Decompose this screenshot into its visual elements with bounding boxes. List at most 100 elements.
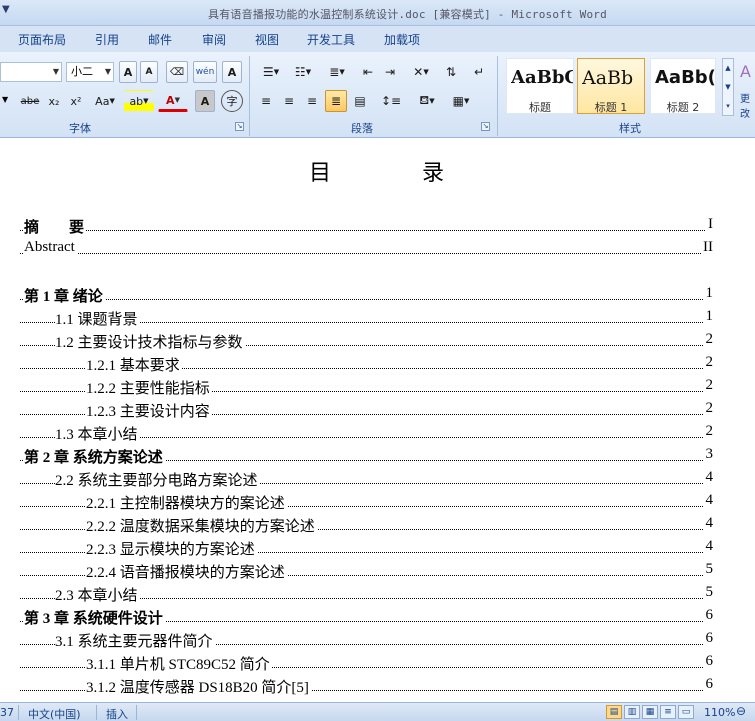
toc-entry[interactable]: 3.1 系统主要元器件简介 6 [0, 629, 755, 651]
zoom-out-icon[interactable]: ⊖ [736, 704, 746, 718]
multilevel-list-button[interactable]: ≣ ▼ [322, 61, 352, 83]
style-title[interactable]: AaBbC 标题 [506, 58, 574, 114]
chinese-layout-button[interactable]: ✕ ▼ [406, 61, 436, 83]
toc-entry[interactable]: 1.3 本章小结 2 [0, 422, 755, 444]
numbering-button[interactable]: ☷ ▼ [288, 61, 318, 83]
divider [136, 705, 137, 720]
align-left-button[interactable]: ≡ [256, 90, 276, 112]
document-area[interactable]: 目 录 摘 要 I Abstract II 第 1 章 绪论 1 1.1 课题背景 1 1.2 … [0, 139, 755, 702]
show-marks-button[interactable]: ↵ [468, 61, 490, 83]
toc-entry[interactable]: 第 2 章 系统方案论述 3 [0, 445, 755, 467]
font-size-combo[interactable]: 小二 ▼ [66, 62, 114, 82]
bullets-button[interactable]: ☰ ▼ [256, 61, 286, 83]
font-name-combo[interactable]: ▼ [0, 62, 62, 82]
superscript-icon: x² [70, 94, 82, 108]
highlight-button[interactable]: ab ▼ [124, 90, 154, 112]
character-shading-button[interactable]: A [195, 90, 215, 112]
toc-entry[interactable]: 第 3 章 系统硬件设计 6 [0, 606, 755, 628]
justify-button[interactable]: ≣ [325, 90, 347, 112]
borders-icon: ▦ [452, 94, 464, 108]
change-case-button[interactable]: Aa ▼ [90, 90, 120, 112]
toc-entry-text: 1.1 课题背景 [55, 308, 140, 329]
tab-references[interactable]: 引用 [95, 31, 119, 48]
style-heading-1[interactable]: AaBb 标题 1 [577, 58, 645, 114]
toc-page-number: 6 [703, 676, 713, 693]
zoom-level[interactable]: 110% [704, 706, 735, 719]
phonetic-guide-button[interactable]: wén [193, 61, 217, 83]
toc-entry[interactable]: 1.2.2 主要性能指标 2 [0, 376, 755, 398]
decrease-indent-button[interactable]: ⇤ [358, 61, 378, 83]
divider [18, 705, 19, 720]
sort-button[interactable]: ⇅ [440, 61, 462, 83]
distributed-button[interactable]: ▤ [350, 90, 370, 112]
superscript-button[interactable]: x² [66, 90, 86, 112]
styles-scroll[interactable]: ▲ ▼ ▾ [722, 58, 734, 116]
tab-view[interactable]: 视图 [255, 31, 279, 48]
chevron-down-icon[interactable]: ▼ [53, 63, 59, 81]
paragraph-shading-button[interactable]: ⛾ ▼ [412, 90, 442, 112]
full-screen-reading-icon[interactable]: ▥ [624, 705, 640, 719]
toc-entry[interactable]: 摘 要I [0, 215, 755, 237]
toc-page-number: 4 [703, 469, 713, 486]
toc-entry[interactable]: 2.2.2 温度数据采集模块的方案论述 4 [0, 514, 755, 536]
shrink-font-button[interactable]: A [140, 61, 158, 83]
toc-page-number: I [706, 216, 713, 233]
toc-page-number: 2 [703, 331, 713, 348]
toc-entry-text: 第 2 章 系统方案论述 [24, 446, 165, 467]
web-layout-icon[interactable]: ▦ [642, 705, 658, 719]
align-center-button[interactable]: ≡ [279, 90, 299, 112]
toc-entry[interactable]: Abstract II [0, 238, 755, 260]
tab-developer[interactable]: 开发工具 [307, 31, 355, 48]
bullets-icon: ☰ [262, 65, 274, 79]
insert-mode-indicator[interactable]: 插入 [106, 706, 128, 721]
tab-mailings[interactable]: 邮件 [148, 31, 172, 48]
group-divider [497, 56, 498, 136]
tab-addins[interactable]: 加载项 [384, 31, 420, 48]
strikethrough-button[interactable]: abe [18, 90, 42, 112]
change-styles-label[interactable]: 更改 [740, 90, 755, 120]
toc-entry[interactable]: 3.1.1 单片机 STC89C52 简介 6 [0, 652, 755, 674]
toc-entry[interactable]: 2.2.1 主控制器模块方的案论述 4 [0, 491, 755, 513]
tab-review[interactable]: 审阅 [202, 31, 226, 48]
toc-entry[interactable]: 2.2 系统主要部分电路方案论述 4 [0, 468, 755, 490]
toc-page-number: II [701, 239, 713, 256]
toc-entry[interactable]: 1.2.3 主要设计内容 2 [0, 399, 755, 421]
chevron-down-icon[interactable]: ▼ [2, 95, 8, 104]
group-divider [249, 56, 250, 136]
page-count[interactable]: 37 [0, 706, 14, 719]
tab-page-layout[interactable]: 页面布局 [18, 31, 66, 48]
toc-page-number: 1 [703, 285, 713, 302]
toc-entry[interactable]: 第 1 章 绪论 1 [0, 284, 755, 306]
toc-entry[interactable]: 3.1.2 温度传感器 DS18B20 简介[5] 6 [0, 675, 755, 697]
style-heading-2[interactable]: AaBb( 标题 2 [650, 58, 716, 114]
change-styles-icon[interactable]: A [740, 62, 751, 81]
highlighter-icon: ab [129, 94, 144, 108]
increase-indent-button[interactable]: ⇥ [380, 61, 400, 83]
borders-button[interactable]: ▦ ▼ [446, 90, 476, 112]
ribbon: ▼ 小二 ▼ A A ⌫ wén A ▼ abe x₂ x² Aa ▼ ab ▼ A ▼… [0, 52, 755, 138]
chevron-down-icon[interactable]: ▼ [105, 63, 111, 81]
toc-entry[interactable]: 2.2.4 语音播报模块的方案论述 5 [0, 560, 755, 582]
subscript-button[interactable]: x₂ [44, 90, 64, 112]
clear-format-button[interactable]: ⌫ [166, 61, 188, 83]
language-indicator[interactable]: 中文(中国) [28, 706, 81, 721]
print-layout-view-icon[interactable]: ▤ [606, 705, 622, 719]
character-border-button[interactable]: A [222, 61, 242, 83]
font-dialog-launcher-icon[interactable]: ↘ [235, 122, 244, 131]
align-right-button[interactable]: ≡ [302, 90, 322, 112]
enclose-character-icon: 字 [226, 95, 238, 108]
toc-page-number: 6 [703, 607, 713, 624]
line-spacing-button[interactable]: ↕≡ [376, 90, 406, 112]
draft-view-icon[interactable]: ▭ [678, 705, 694, 719]
toc-entry[interactable]: 1.2.1 基本要求 2 [0, 353, 755, 375]
toc-entry[interactable]: 1.1 课题背景 1 [0, 307, 755, 329]
outline-view-icon[interactable]: ≡ [660, 705, 676, 719]
decrease-indent-icon: ⇤ [362, 65, 374, 79]
enclose-character-button[interactable]: 字 [221, 90, 243, 112]
toc-entry[interactable]: 2.3 本章小结 5 [0, 583, 755, 605]
paragraph-dialog-launcher-icon[interactable]: ↘ [481, 122, 490, 131]
toc-entry[interactable]: 1.2 主要设计技术指标与参数 2 [0, 330, 755, 352]
grow-font-button[interactable]: A [119, 61, 137, 83]
font-color-button[interactable]: A ▼ [158, 90, 188, 112]
toc-entry[interactable]: 2.2.3 显示模块的方案论述 4 [0, 537, 755, 559]
